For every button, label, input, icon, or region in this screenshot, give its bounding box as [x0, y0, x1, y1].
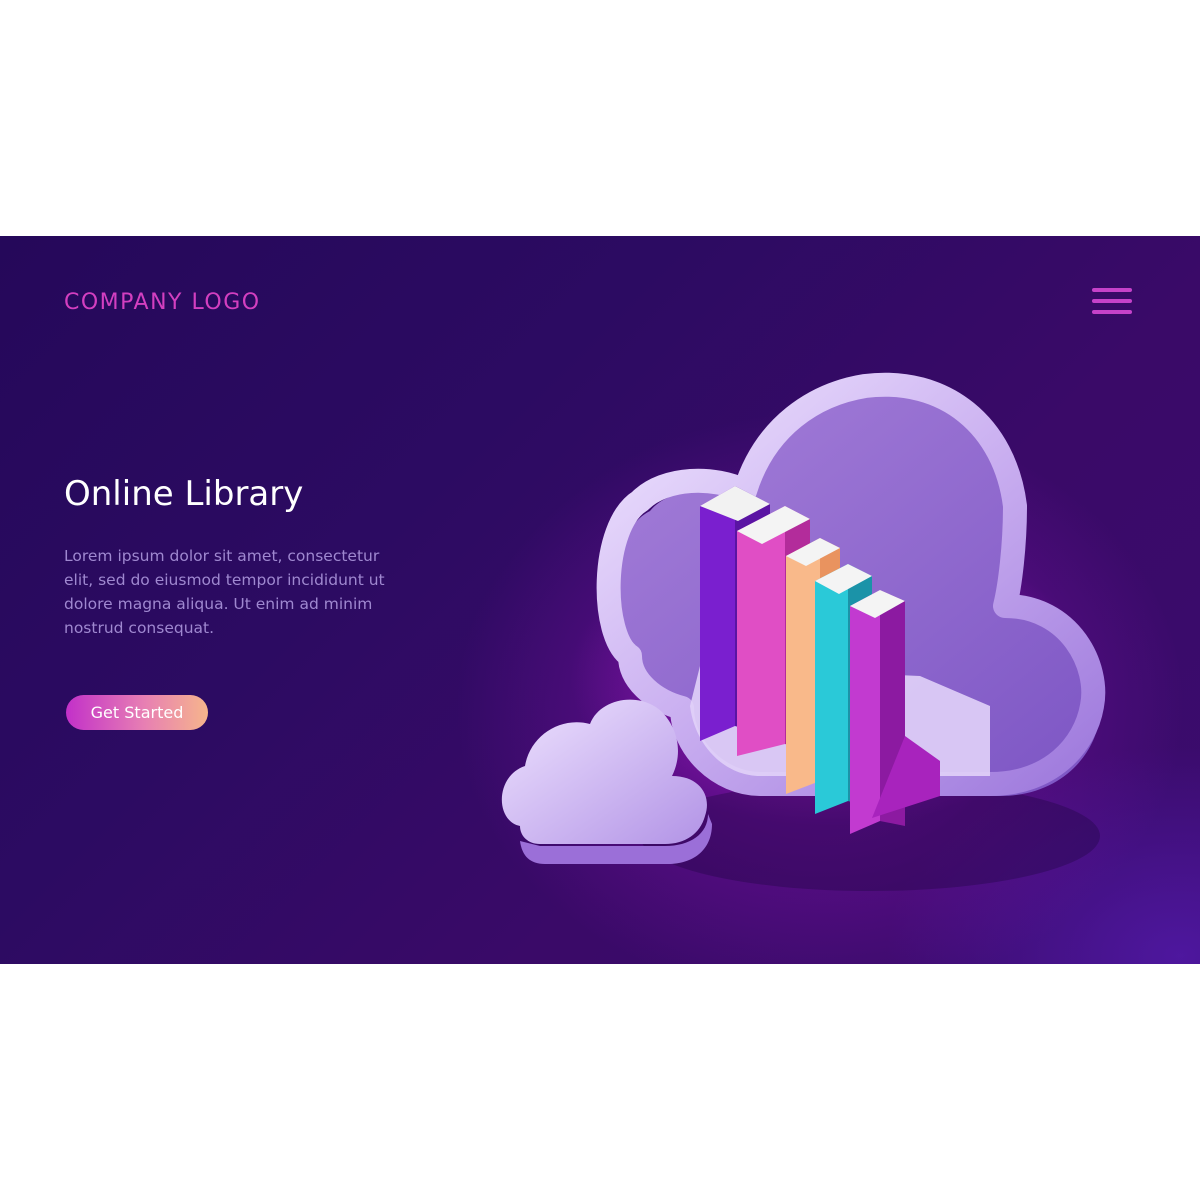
company-logo[interactable]: COMPANY LOGO	[64, 290, 261, 315]
hamburger-menu-icon[interactable]	[1090, 284, 1136, 320]
cloud-library-illustration	[501, 372, 1106, 891]
hero-banner: COMPANY LOGO Online Library Lorem ipsum …	[0, 236, 1200, 964]
menu-bar	[1092, 299, 1132, 303]
get-started-button[interactable]: Get Started	[66, 695, 208, 730]
page: COMPANY LOGO Online Library Lorem ipsum …	[0, 0, 1200, 1200]
menu-bar	[1092, 288, 1132, 292]
menu-bar	[1092, 310, 1132, 314]
hero-description: Lorem ipsum dolor sit amet, consectetur …	[64, 547, 385, 637]
page-title: Online Library	[64, 474, 304, 514]
